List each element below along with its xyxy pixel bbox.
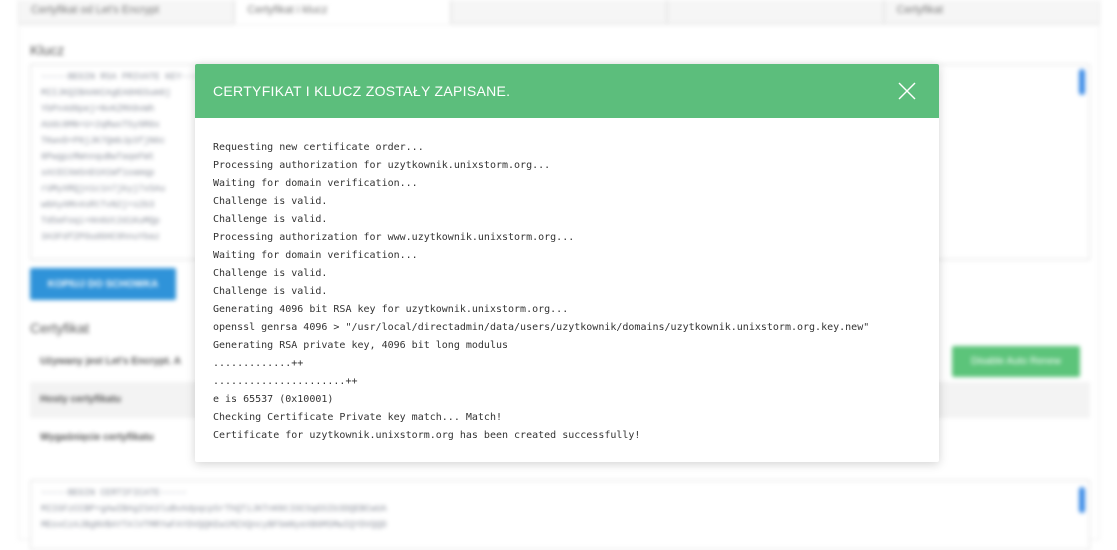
cert-section-title: Certyfikat: [30, 320, 90, 336]
copy-to-clipboard-button[interactable]: KOPIUJ DO SCHOWKA: [30, 268, 176, 300]
log-line: Waiting for domain verification...: [213, 250, 418, 261]
log-line: Waiting for domain verification...: [213, 178, 418, 189]
log-line: Requesting new certificate order...: [213, 142, 424, 153]
tab-empty-1[interactable]: [450, 0, 668, 24]
log-line: e is 65537 (0x10001): [213, 394, 334, 405]
cert-line: MIIGFzCCBP+gAwIBAgISA3luBvAdpqcp5rThQTiJ…: [41, 504, 387, 514]
success-modal: CERTYFIKAT I KLUCZ ZOSTAŁY ZAPISANE. Req…: [195, 64, 939, 462]
disable-auto-renew-button[interactable]: Disable Auto Renew: [952, 346, 1080, 377]
cert-scrollbar[interactable]: [1079, 487, 1085, 513]
log-line: Certificate for uzytkownik.unixstorm.org…: [213, 430, 641, 441]
log-line: Checking Certificate Private key match..…: [213, 412, 502, 423]
log-line: openssl genrsa 4096 > "/usr/local/direct…: [213, 322, 870, 333]
log-output: Requesting new certificate order... Proce…: [213, 139, 869, 445]
log-line: Generating RSA private key, 4096 bit lon…: [213, 340, 509, 351]
modal-header: CERTYFIKAT I KLUCZ ZOSTAŁY ZAPISANE.: [195, 64, 939, 118]
log-line: Generating 4096 bit RSA key for uzytkown…: [213, 304, 569, 315]
tab-letsencrypt[interactable]: Certyfikat od Let's Encrypt: [18, 0, 235, 24]
log-line: Challenge is valid.: [213, 196, 328, 207]
log-line: ......................++: [213, 376, 358, 387]
log-line: Processing authorization for www.uzytkow…: [213, 232, 575, 243]
key-scrollbar[interactable]: [1079, 69, 1085, 95]
log-line: .............++: [213, 358, 304, 369]
close-icon[interactable]: [897, 81, 917, 101]
tab-empty-2[interactable]: [667, 0, 884, 24]
log-line: Challenge is valid.: [213, 214, 328, 225]
cert-line: -----BEGIN CERTIFICATE-----: [41, 488, 187, 498]
tab-certificate[interactable]: Certyfikat: [883, 0, 1101, 24]
tab-cert-and-key[interactable]: Certyfikat i klucz: [234, 0, 451, 24]
key-section-title: Klucz: [30, 42, 65, 58]
cert-line: MEoxCzAJBgNVBAYTAlVTMRYwFAYDVQQKEw1MZXQn…: [41, 520, 387, 530]
tab-bar: Certyfikat od Let's Encrypt Certyfikat i…: [18, 0, 1101, 24]
log-line: Challenge is valid.: [213, 268, 328, 279]
log-line: Challenge is valid.: [213, 286, 328, 297]
close-icon-glyph: [898, 82, 916, 100]
log-line: Processing authorization for uzytkownik.…: [213, 160, 551, 171]
modal-title: CERTYFIKAT I KLUCZ ZOSTAŁY ZAPISANE.: [213, 83, 511, 99]
